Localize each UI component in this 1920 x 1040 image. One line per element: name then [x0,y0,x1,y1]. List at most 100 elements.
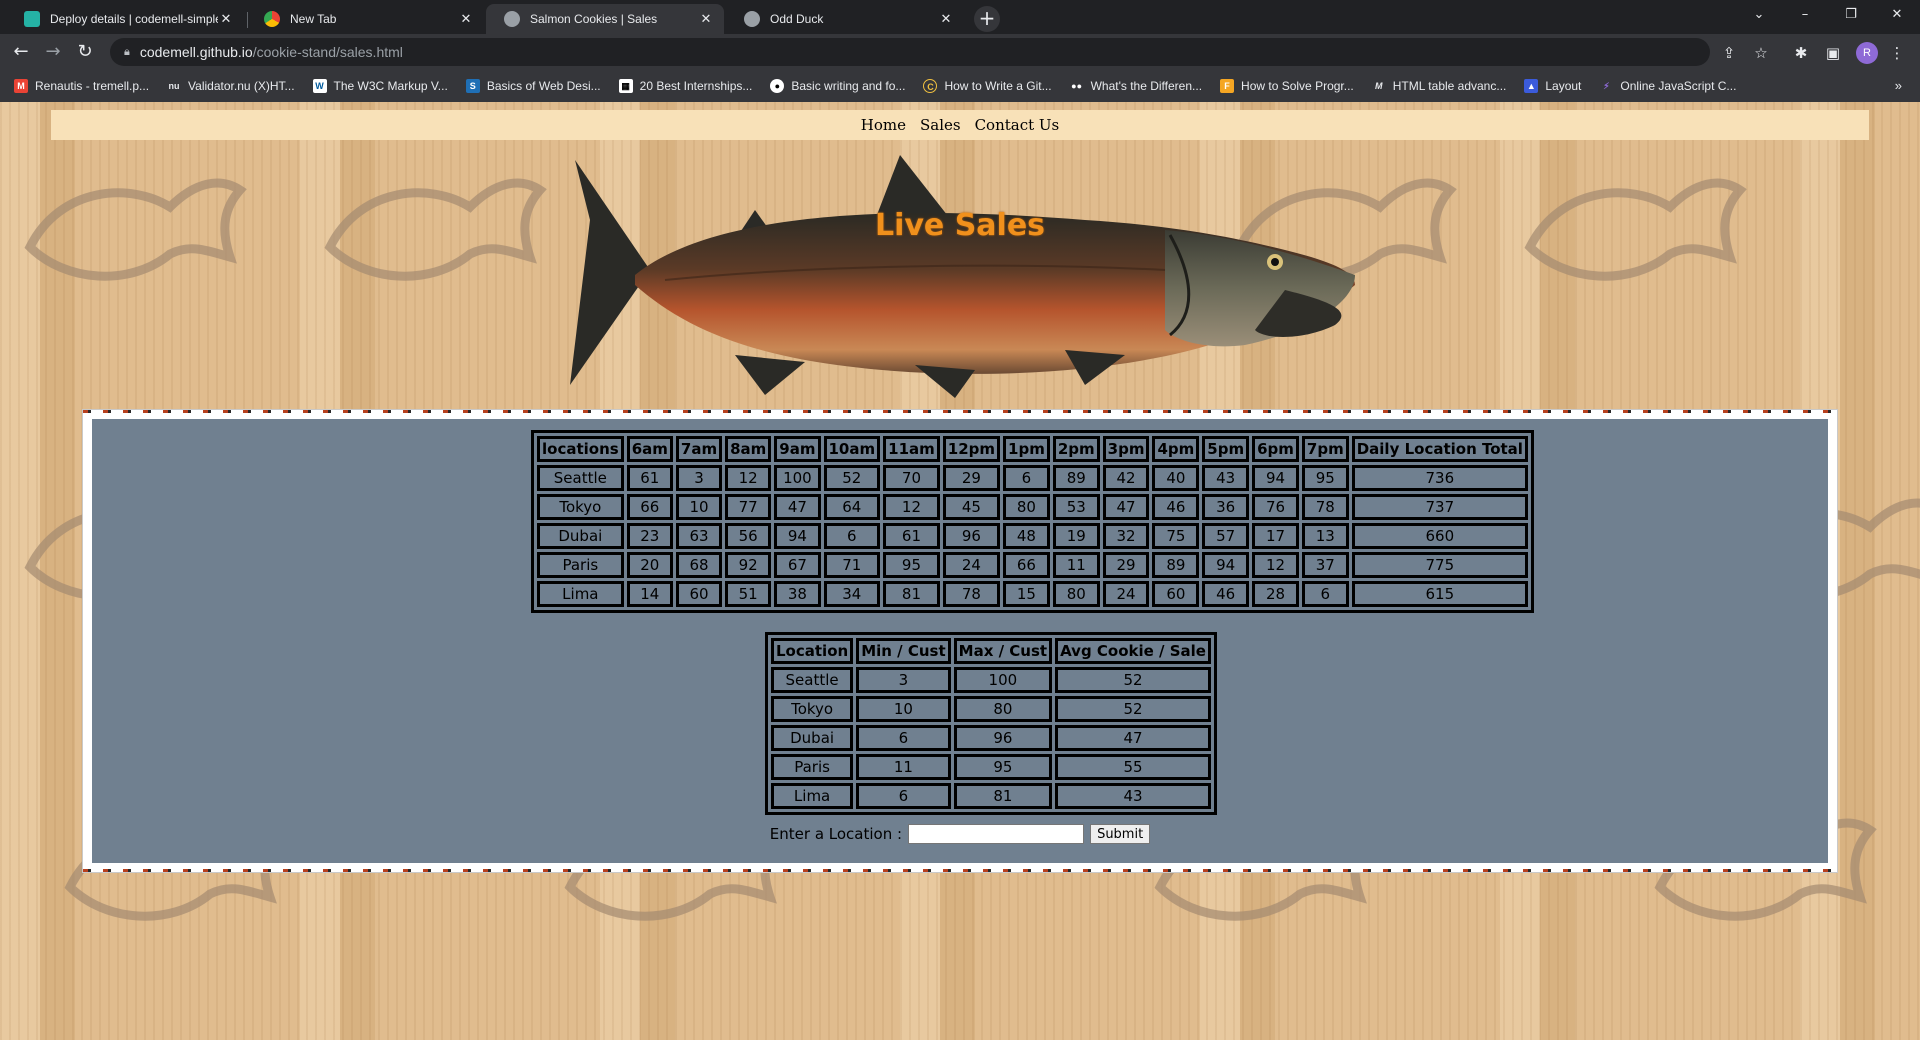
value-cell: 42 [1102,465,1150,491]
tab-search-icon[interactable]: ⌄ [1736,0,1782,30]
restore-icon[interactable]: ❐ [1828,0,1874,30]
netlify-icon [24,11,40,27]
forward-icon[interactable]: → [40,40,66,66]
tab-salmon-cookies[interactable]: Salmon Cookies | Sales ✕ [486,4,724,34]
value-cell: 29 [1102,552,1150,578]
stats-table: Location Min / Cust Max / Cust Avg Cookie /… [765,632,1217,815]
bookmark-item[interactable]: C How to Write a Git... [923,79,1052,93]
profile-avatar[interactable]: R [1856,42,1878,64]
value-cell: 94 [774,523,821,549]
share-icon[interactable]: ⇪ [1718,42,1740,64]
table-row: Paris 20 68 92 67 71 95 24 66 11 29 89 94 12 37 775 [537,552,1528,578]
value-cell: 95 [953,754,1053,780]
value-cell: 6 [823,523,881,549]
bookmark-item[interactable]: M HTML table advanc... [1372,79,1506,93]
nav-home-link[interactable]: Home [861,116,906,134]
reload-icon[interactable]: ↻ [72,40,98,66]
location-input[interactable] [908,824,1085,844]
value-cell: 60 [675,581,723,607]
column-header: Min / Cust [856,638,951,664]
value-cell: 66 [626,494,673,520]
value-cell: 736 [1351,465,1528,491]
value-cell: 63 [675,523,723,549]
value-cell: 68 [675,552,723,578]
bookmark-site-icon: F [1220,79,1235,93]
value-cell: 94 [1252,465,1299,491]
bookmarks-bar: M Renautis - tremell.p... nu Validator.nu … [0,70,1920,102]
bookmark-item[interactable]: nu Validator.nu (X)HT... [167,79,295,93]
star-icon[interactable]: ☆ [1750,42,1772,64]
minimize-icon[interactable]: – [1782,0,1828,30]
side-panel-icon[interactable]: ▣ [1822,42,1844,64]
validator-icon: nu [168,81,180,91]
tab-new-tab[interactable]: New Tab ✕ [246,4,484,34]
value-cell: 77 [725,494,772,520]
value-cell: 32 [1102,523,1150,549]
column-header: 2pm [1052,436,1100,462]
location-form: Enter a Location : Submit [0,824,1920,844]
table-row: Tokyo 66 10 77 47 64 12 45 80 53 47 46 36 76 78 737 [537,494,1528,520]
browser-chrome: Deploy details | codemell-simple ✕ New T… [0,0,1920,102]
menu-icon[interactable]: ⋮ [1886,42,1908,64]
value-cell: 46 [1202,581,1250,607]
value-cell: 6 [856,783,951,809]
value-cell: 6 [1301,581,1349,607]
column-header: 1pm [1003,436,1050,462]
value-cell: 80 [953,696,1053,722]
tab-deploy-details[interactable]: Deploy details | codemell-simple ✕ [6,4,244,34]
value-cell: 95 [1301,465,1349,491]
tab-odd-duck[interactable]: Odd Duck ✕ [726,4,964,34]
bookmark-item[interactable]: M Renautis - tremell.p... [14,79,149,93]
value-cell: 10 [856,696,951,722]
value-cell: 12 [883,494,940,520]
location-cell: Dubai [771,725,854,751]
table-body: Seattle 3 100 52 Tokyo 10 80 52 Dubai 6 96 47 Paris 1… [771,667,1211,809]
bookmark-item[interactable]: S Basics of Web Desi... [465,79,601,93]
value-cell: 78 [1301,494,1349,520]
close-icon[interactable]: ✕ [698,11,714,27]
value-cell: 52 [1055,696,1211,722]
location-cell: Dubai [537,523,624,549]
submit-button[interactable]: Submit [1090,824,1151,844]
value-cell: 37 [1301,552,1349,578]
bookmark-item[interactable]: W The W3C Markup V... [312,79,448,93]
column-header: 6am [626,436,673,462]
address-bar[interactable]: 🔒︎ codemell.github.io/cookie-stand/sales… [110,38,1710,66]
location-cell: Tokyo [771,696,854,722]
bookmarks-overflow-icon[interactable]: » [1895,78,1902,93]
value-cell: 28 [1252,581,1299,607]
value-cell: 15 [1003,581,1050,607]
value-cell: 57 [1202,523,1250,549]
close-icon[interactable]: ✕ [218,11,234,27]
bookmark-site-icon: S [465,79,480,93]
location-cell: Seattle [771,667,854,693]
column-header: 7pm [1301,436,1349,462]
bookmark-item[interactable]: ● Basic writing and fo... [770,79,905,93]
window-close-icon[interactable]: ✕ [1874,0,1920,30]
nav-contact-link[interactable]: Contact Us [975,116,1060,134]
value-cell: 76 [1252,494,1299,520]
value-cell: 51 [725,581,772,607]
extensions-icon[interactable]: ✱ [1790,42,1812,64]
nav-sales-link[interactable]: Sales [920,116,961,134]
new-tab-button[interactable]: + [974,6,1000,32]
url-path: /cookie-stand/sales.html [252,44,403,60]
bookmark-item[interactable]: F How to Solve Progr... [1220,79,1354,93]
value-cell: 660 [1351,523,1528,549]
value-cell: 12 [725,465,772,491]
bookmark-item[interactable]: ●● What's the Differen... [1070,79,1202,93]
gmail-icon: M [14,79,28,93]
bookmark-item[interactable]: ▲ Layout [1524,79,1581,93]
location-cell: Lima [537,581,624,607]
close-icon[interactable]: ✕ [938,11,954,27]
value-cell: 36 [1202,494,1250,520]
value-cell: 56 [725,523,772,549]
value-cell: 11 [1052,552,1100,578]
close-icon[interactable]: ✕ [458,11,474,27]
bookmark-item[interactable]: ▦ 20 Best Internships... [618,79,752,93]
back-icon[interactable]: ← [8,40,34,66]
value-cell: 45 [942,494,1001,520]
bookmark-item[interactable]: ⚡︎ Online JavaScript C... [1599,79,1736,93]
column-header: 9am [774,436,821,462]
salmon-hero-image [570,155,1355,398]
